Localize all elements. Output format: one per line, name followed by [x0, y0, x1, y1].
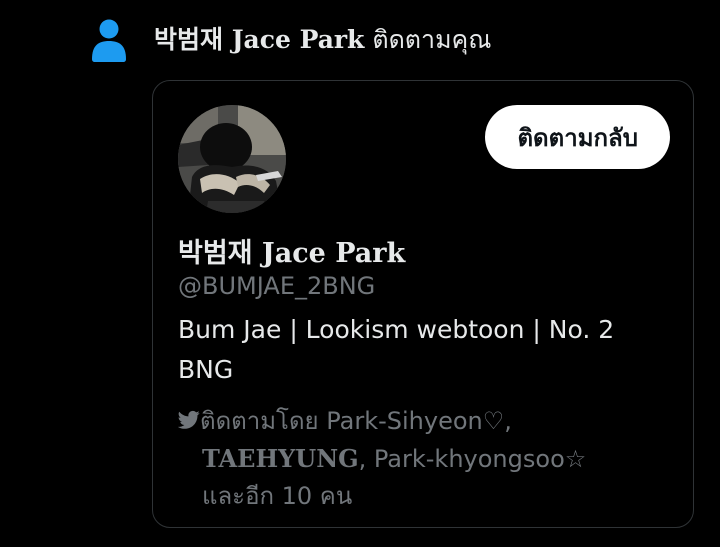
twitter-bird-icon — [178, 410, 200, 429]
follow-back-button[interactable]: ติดตามกลับ — [485, 105, 670, 169]
mutual-follower-3[interactable]: Park-khyongsoo☆ — [374, 445, 586, 473]
follow-notification[interactable]: 박범재 Jace Park ติดตามคุณ — [90, 18, 491, 62]
notification-actor-name[interactable]: 박범재 Jace Park — [154, 25, 364, 54]
separator: , — [504, 407, 512, 435]
avatar[interactable] — [178, 105, 286, 213]
mutual-follower-1[interactable]: Park-Sihyeon♡ — [326, 407, 504, 435]
user-card[interactable]: ติดตามกลับ 박범재 Jace Park @BUMJAE_2BNG Bu… — [152, 80, 694, 528]
notification-action-text: ติดตามคุณ — [364, 25, 492, 54]
mutual-follower-2[interactable]: TAEHYUNG — [202, 444, 359, 473]
user-bio: Bum Jae | Lookism webtoon | No. 2 BNG — [178, 315, 615, 384]
separator: , — [358, 445, 374, 473]
followed-by[interactable]: ติดตามโดย Park-Sihyeon♡, TAEHYUNG, Park-k… — [178, 403, 658, 515]
display-name[interactable]: 박범재 Jace Park — [178, 231, 405, 270]
person-icon — [92, 19, 126, 62]
user-handle[interactable]: @BUMJAE_2BNG — [178, 272, 375, 300]
followed-by-prefix: ติดตามโดย — [200, 407, 327, 435]
notification-text: 박범재 Jace Park ติดตามคุณ — [154, 20, 491, 60]
followed-by-more[interactable]: และอีก 10 คน — [202, 482, 352, 510]
